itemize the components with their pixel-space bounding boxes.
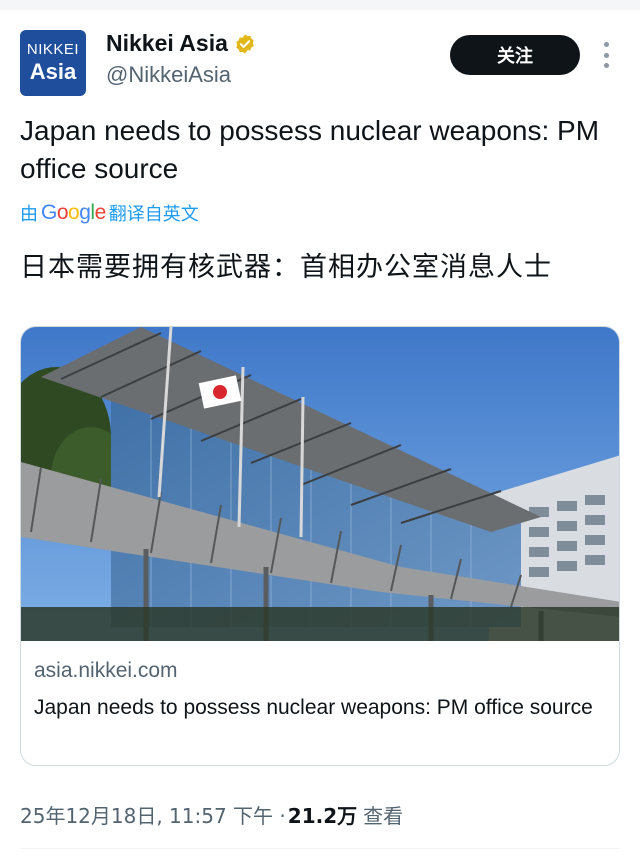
view-count: 21.2万	[287, 804, 358, 828]
link-card-image[interactable]	[21, 327, 620, 641]
link-card[interactable]: asia.nikkei.com Japan needs to possess n…	[20, 326, 620, 766]
tweet-meta: 25年12月18日, 11:57 下午 · 21.2万 查看	[20, 800, 403, 829]
account-handle[interactable]: @NikkeiAsia	[106, 62, 231, 88]
more-vertical-icon[interactable]	[598, 40, 614, 70]
display-name[interactable]: Nikkei Asia	[106, 30, 228, 57]
translate-suffix: 翻译自英文	[108, 204, 199, 225]
tweet-text: Japan needs to possess nuclear weapons: …	[20, 115, 600, 184]
translated-text: 日本需要拥有核武器：首相办公室消息人士	[20, 252, 552, 283]
avatar-text-line1: NIKKEI	[26, 41, 80, 58]
link-card-title: Japan needs to possess nuclear weapons: …	[34, 696, 593, 719]
translation-attribution[interactable]: 由 Google 翻译自英文	[20, 200, 199, 226]
translate-prefix: 由	[20, 204, 38, 225]
tweet-timestamp[interactable]: 25年12月18日, 11:57 下午 ·	[20, 800, 286, 829]
top-divider	[0, 0, 640, 10]
tweet-detail-page: NIKKEI Asia Nikkei Asia @NikkeiAsia 关注 J…	[0, 0, 640, 862]
name-row: Nikkei Asia	[106, 30, 256, 57]
follow-button[interactable]: 关注	[450, 35, 580, 75]
bottom-divider	[20, 848, 620, 849]
avatar-text-line2: Asia	[29, 59, 77, 84]
link-card-domain: asia.nikkei.com	[34, 659, 178, 682]
view-count-label: 查看	[363, 804, 404, 828]
avatar[interactable]: NIKKEI Asia	[20, 30, 86, 96]
google-logo: Google	[41, 201, 106, 224]
verified-badge-icon	[236, 33, 254, 54]
